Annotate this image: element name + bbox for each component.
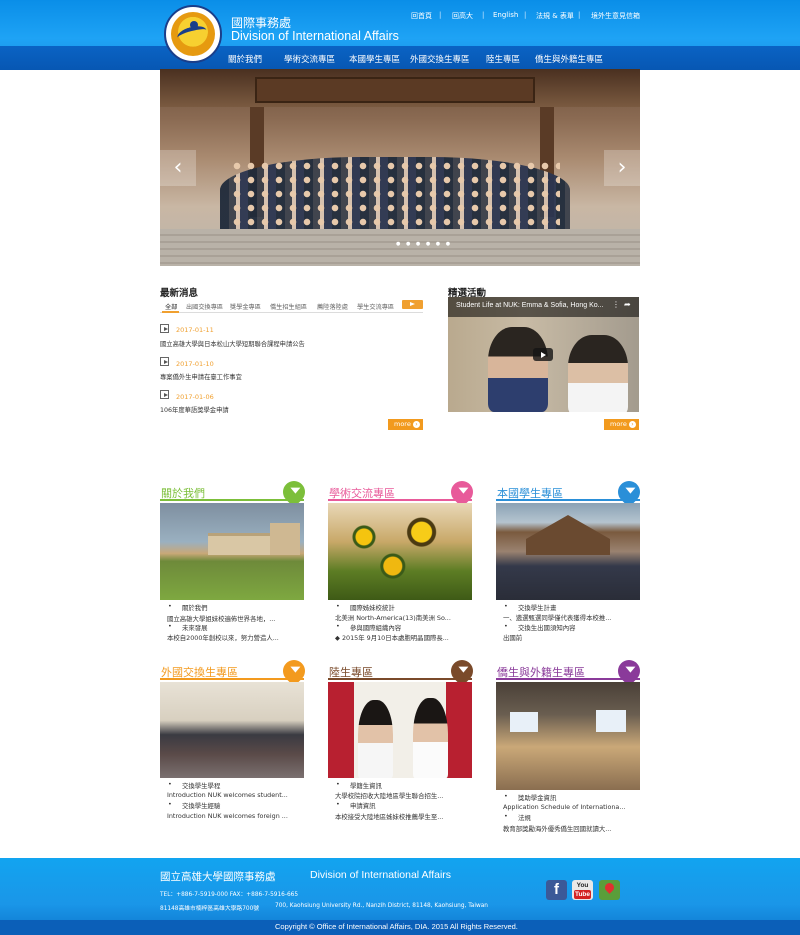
list-item-summary: 教育部獎勵海外優秀僑生回國就讀大... [503, 825, 612, 833]
university-logo[interactable] [164, 5, 222, 63]
news-text[interactable]: 專案僑外生申請在臺工作事宜 [160, 372, 242, 381]
slider-prev-icon[interactable]: ‹ [160, 150, 196, 186]
group-photo[interactable] [496, 503, 640, 600]
play-icon [160, 357, 169, 366]
arrow-right-icon: › [629, 421, 636, 428]
link-english[interactable]: English [493, 11, 518, 19]
footer-address-en: 700, Kaohsiung University Rd., Nanzih Di… [275, 903, 488, 909]
tab-exchange[interactable]: 出國交換專區 [186, 302, 223, 311]
list-item[interactable]: 未來發展 [168, 622, 207, 632]
nav-academic[interactable]: 學術交流專區 [284, 53, 335, 65]
list-item-summary: 國立高雄大學姐妹校遍佈世界各地，... [167, 615, 276, 623]
footer-copyright: Copyright © Office of International Affa… [275, 922, 518, 931]
nav-overseas[interactable]: 僑生與外籍生專區 [535, 53, 603, 65]
youtube-icon[interactable]: You Tube [572, 880, 593, 900]
link-forms[interactable]: 法規 & 表單 [536, 11, 574, 21]
link-nuk[interactable]: 回高大 [452, 11, 473, 21]
video-title[interactable]: Student Life at NUK: Emma & Sofia, Hong … [456, 302, 603, 309]
tab-student-exchange[interactable]: 學生交流專區 [357, 302, 394, 311]
news-date: 2017-01-10 [176, 360, 214, 368]
news-text[interactable]: 國立高雄大學與日本松山大學短期聯合課程申請公告 [160, 339, 305, 348]
mainland-students-photo[interactable] [328, 682, 472, 778]
news-date: 2017-01-11 [176, 326, 214, 334]
list-item-summary: Application Schedule of Internationa... [503, 803, 626, 811]
news-date: 2017-01-06 [176, 393, 214, 401]
list-item-summary: Introduction NUK welcomes foreign ... [167, 812, 288, 820]
slider-dots[interactable]: ● ● ● ● ● ● [396, 241, 452, 247]
featured-more-button[interactable]: more › [604, 419, 639, 430]
list-item[interactable]: 交換學生計畫 [504, 602, 556, 612]
map-pin-icon[interactable] [599, 880, 620, 900]
news-text[interactable]: 106年度華語獎學金申請 [160, 405, 229, 414]
list-item[interactable]: 獎助學金資訊 [504, 792, 556, 802]
tab-all[interactable]: 全部 [165, 302, 177, 311]
tab-mainland[interactable]: 薦陸落陸處 [317, 302, 348, 311]
play-icon [160, 324, 169, 333]
list-item[interactable]: 交換學生學程 [168, 780, 220, 790]
list-item[interactable]: 關於我們 [168, 602, 207, 612]
footer-address-cn: 81148高雄市楠梓區高雄大學路700號 [160, 906, 260, 912]
list-item-summary: Introduction NUK welcomes student... [167, 791, 288, 799]
seminar-photo[interactable] [496, 682, 640, 790]
nav-mainland[interactable]: 陸生專區 [486, 53, 520, 65]
list-item-summary: 本校接受大陸地區姊妹校推薦學生至... [335, 813, 444, 821]
nav-exchange[interactable]: 外國交換生專區 [410, 53, 470, 65]
list-item-summary: 出國前 [503, 634, 523, 642]
featured-video[interactable]: Student Life at NUK: Emma & Sofia, Hong … [448, 297, 639, 412]
list-item[interactable]: 學籍生資訊 [336, 780, 382, 790]
exchange-students-photo[interactable] [160, 682, 304, 778]
list-item[interactable]: 申請資訊 [336, 800, 375, 810]
list-item-summary: ◆ 2015年 9月10日本處胞明晶國際長... [335, 634, 449, 642]
list-item[interactable]: 國際姊妹校統計 [336, 602, 395, 612]
play-icon[interactable] [533, 348, 553, 361]
more-vert-icon[interactable]: ⋮ [612, 300, 620, 309]
news-more-button[interactable]: more › [388, 419, 423, 430]
facebook-icon[interactable]: f [546, 880, 567, 900]
sunflower-photo[interactable] [328, 503, 472, 600]
slider-next-icon[interactable]: › [604, 150, 640, 186]
news-title: 最新消息 [160, 288, 199, 299]
footer-name-en: Division of International Affairs [310, 869, 452, 881]
campus-photo[interactable] [160, 503, 304, 600]
list-item-summary: 一、遴選甄選同學僅代表獲得本校推... [503, 614, 612, 622]
link-feedback[interactable]: 境外生意見信箱 [591, 11, 640, 21]
footer-contact: TEL：+886-7-5919-000 FAX：+886-7-5916-665 [160, 892, 299, 898]
list-item[interactable]: 交換學生經驗 [168, 800, 220, 810]
nav-local-students[interactable]: 本國學生專區 [349, 53, 400, 65]
hero-slider[interactable]: ‹ › [160, 69, 640, 266]
station-sign-image [255, 77, 535, 103]
list-item-summary: 本校自2000年創校以來，努力營造人... [167, 634, 279, 642]
list-item[interactable]: 交換生出國須知內容 [504, 622, 575, 632]
arrow-right-icon: › [413, 421, 420, 428]
tab-overseas-admission[interactable]: 僑生招生組區 [270, 302, 307, 311]
play-icon [160, 390, 169, 399]
share-icon[interactable]: ➦ [624, 300, 631, 309]
list-item[interactable]: 參與國際組織內容 [336, 622, 401, 632]
tab-next-icon[interactable] [402, 300, 423, 309]
nav-about[interactable]: 關於我們 [228, 53, 262, 65]
list-item[interactable]: 法規 [504, 812, 531, 822]
footer-name-cn: 國立高雄大學國際事務處 [160, 871, 276, 883]
site-title-en: Division of International Affairs [231, 29, 399, 43]
tab-scholarship[interactable]: 獎學金專區 [230, 302, 261, 311]
link-home[interactable]: 回首頁 [411, 11, 432, 21]
list-item-summary: 北美洲 North-America(13)南美洲 So... [335, 614, 451, 622]
list-item-summary: 大學校院招收大陸地區學生聯合招生... [335, 792, 444, 800]
